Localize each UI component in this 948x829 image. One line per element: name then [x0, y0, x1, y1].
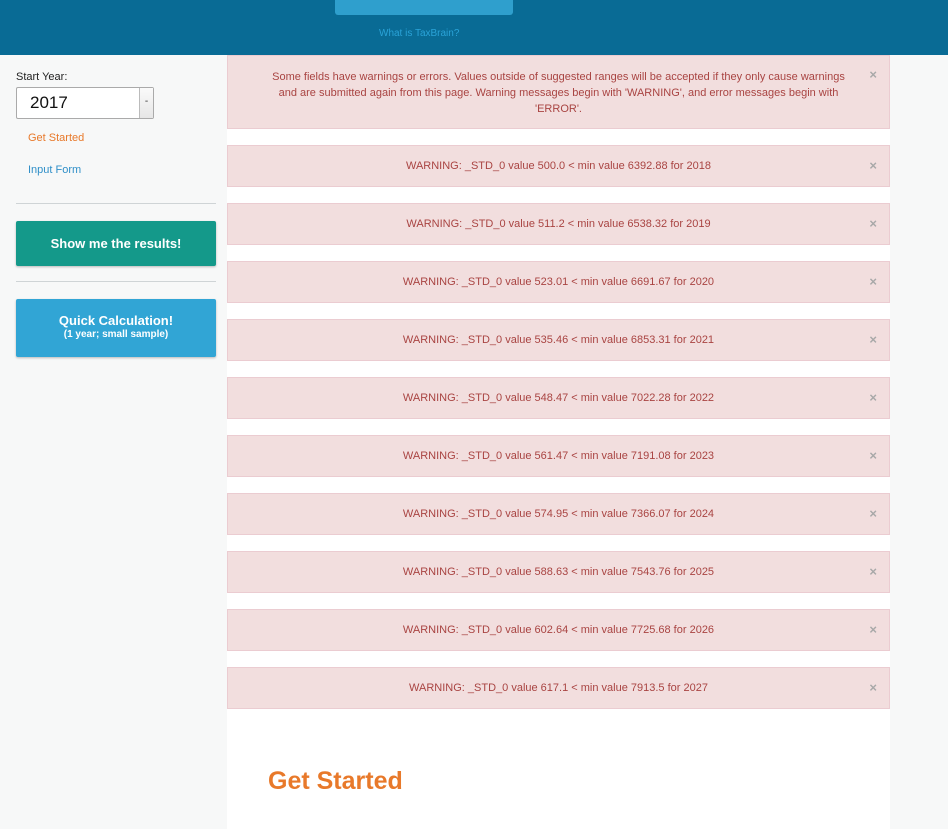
quick-calculation-sublabel: (1 year; small sample) [63, 329, 169, 340]
close-icon[interactable]: × [869, 262, 877, 302]
alert-warning: WARNING: _STD_0 value 588.63 < min value… [227, 551, 890, 593]
alert-message: WARNING: _STD_0 value 602.64 < min value… [402, 624, 715, 636]
alert-warning: WARNING: _STD_0 value 523.01 < min value… [227, 261, 890, 303]
start-year-value: 2017 [30, 93, 68, 112]
main-content: Some fields have warnings or errors. Val… [227, 55, 890, 829]
what-is-taxbrain-link[interactable]: What is TaxBrain? [379, 28, 459, 39]
sidebar-divider [16, 281, 216, 282]
alert-intro: Some fields have warnings or errors. Val… [227, 55, 890, 129]
alert-warning: WARNING: _STD_0 value 574.95 < min value… [227, 493, 890, 535]
select-arrow-icon[interactable]: - [139, 88, 153, 118]
alert-message: WARNING: _STD_0 value 561.47 < min value… [402, 450, 715, 462]
show-results-button[interactable]: Show me the results! [16, 221, 216, 266]
alert-message: WARNING: _STD_0 value 548.47 < min value… [402, 392, 715, 404]
close-icon[interactable]: × [869, 146, 877, 186]
close-icon[interactable]: × [869, 494, 877, 534]
alert-warning: WARNING: _STD_0 value 602.64 < min value… [227, 609, 890, 651]
alert-warning: WARNING: _STD_0 value 561.47 < min value… [227, 435, 890, 477]
close-icon[interactable]: × [869, 67, 877, 83]
alert-warning: WARNING: _STD_0 value 548.47 < min value… [227, 377, 890, 419]
alert-message: WARNING: _STD_0 value 511.2 < min value … [406, 218, 711, 230]
alert-warning: WARNING: _STD_0 value 511.2 < min value … [227, 203, 890, 245]
alert-message: WARNING: _STD_0 value 574.95 < min value… [402, 508, 715, 520]
alert-message: WARNING: _STD_0 value 500.0 < min value … [405, 160, 711, 172]
alert-warning: WARNING: _STD_0 value 535.46 < min value… [227, 319, 890, 361]
close-icon[interactable]: × [869, 320, 877, 360]
alert-message: WARNING: _STD_0 value 588.63 < min value… [402, 566, 715, 578]
close-icon[interactable]: × [869, 378, 877, 418]
alert-message: WARNING: _STD_0 value 523.01 < min value… [402, 276, 715, 288]
close-icon[interactable]: × [869, 552, 877, 592]
alert-warning: WARNING: _STD_0 value 500.0 < min value … [227, 145, 890, 187]
alert-message: WARNING: _STD_0 value 617.1 < min value … [409, 682, 708, 694]
top-nav-button[interactable] [335, 0, 513, 15]
section-title-get-started: Get Started [268, 767, 403, 795]
sidebar: Start Year: 2017 - Get Started Input For… [0, 55, 228, 829]
top-navbar: What is TaxBrain? [0, 0, 948, 55]
nav-get-started[interactable]: Get Started [28, 132, 84, 144]
close-icon[interactable]: × [869, 610, 877, 650]
alert-warning: WARNING: _STD_0 value 617.1 < min value … [227, 667, 890, 709]
nav-input-form[interactable]: Input Form [28, 164, 81, 176]
start-year-select[interactable]: 2017 - [16, 87, 154, 119]
close-icon[interactable]: × [869, 204, 877, 244]
alert-message: WARNING: _STD_0 value 535.46 < min value… [402, 334, 715, 346]
close-icon[interactable]: × [869, 668, 877, 708]
quick-calculation-label: Quick Calculation! [58, 313, 174, 328]
sidebar-divider [16, 203, 216, 204]
alert-message: Some fields have warnings or errors. Val… [272, 71, 845, 115]
close-icon[interactable]: × [869, 436, 877, 476]
quick-calculation-button[interactable]: Quick Calculation! (1 year; small sample… [16, 299, 216, 357]
start-year-label: Start Year: [16, 71, 68, 83]
